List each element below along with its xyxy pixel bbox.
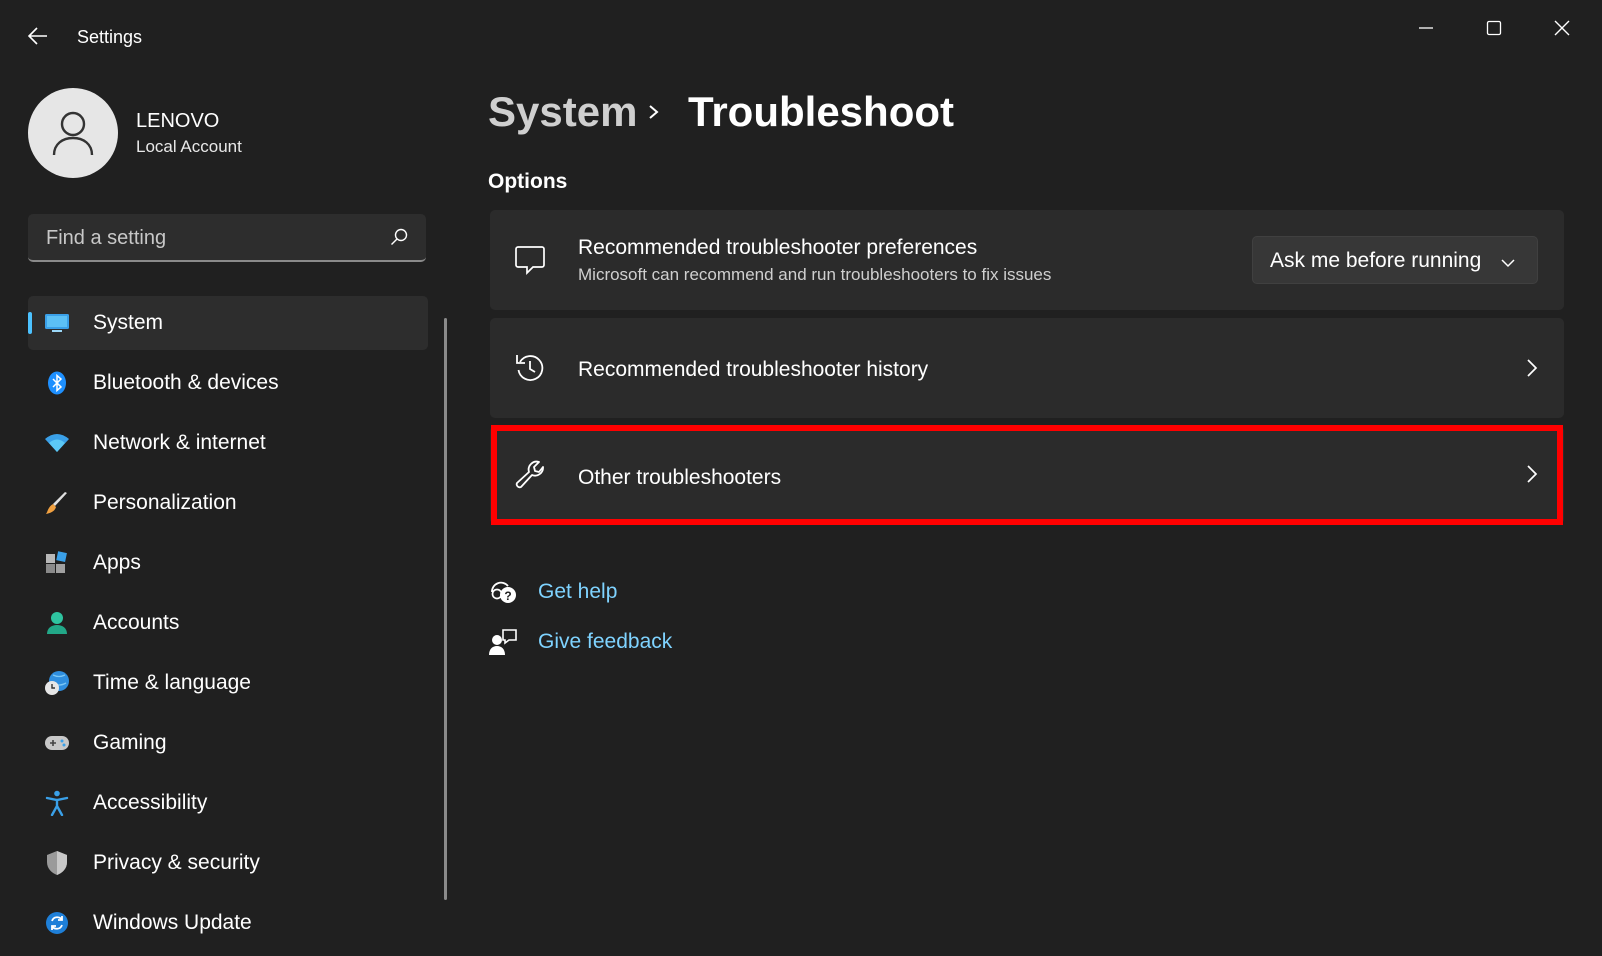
person-icon — [52, 111, 94, 156]
gamepad-icon — [44, 731, 70, 755]
sidebar-item-label: Accounts — [93, 611, 180, 634]
person-icon — [44, 611, 70, 635]
update-icon — [44, 911, 70, 935]
accessibility-icon — [44, 790, 70, 816]
chevron-down-icon — [1501, 255, 1515, 273]
sidebar-nav: System Bluetooth & devices Network & int… — [28, 296, 428, 956]
give-feedback-label[interactable]: Give feedback — [538, 630, 672, 654]
settings-window: Settings LENOVO Local Account System — [0, 0, 1602, 951]
user-name: LENOVO — [136, 110, 220, 132]
app-title: Settings — [77, 27, 143, 47]
sidebar-item-label: Accessibility — [93, 791, 208, 814]
sidebar-item-system[interactable]: System — [28, 296, 428, 350]
bluetooth-icon — [44, 371, 70, 395]
sidebar-item-label: Time & language — [93, 671, 251, 694]
shield-icon — [44, 851, 70, 875]
avatar[interactable] — [28, 88, 118, 178]
sidebar-scrollbar[interactable] — [444, 318, 447, 900]
history-icon — [514, 352, 546, 389]
card-title: Recommended troubleshooter preferences — [578, 236, 978, 259]
troubleshooter-preference-dropdown[interactable]: Ask me before running — [1252, 236, 1538, 284]
chevron-right-icon — [1526, 464, 1538, 489]
sidebar-item-accounts[interactable]: Accounts — [28, 596, 428, 650]
wifi-icon — [44, 431, 70, 455]
brush-icon — [44, 491, 70, 515]
title-bar: Settings — [0, 0, 1602, 60]
sidebar-item-label: Personalization — [93, 491, 237, 514]
globe-clock-icon — [44, 671, 70, 695]
feedback-icon — [488, 627, 518, 657]
sidebar-item-bluetooth[interactable]: Bluetooth & devices — [28, 356, 428, 410]
give-feedback-link[interactable]: Give feedback — [488, 624, 672, 660]
troubleshooter-history-card[interactable]: Recommended troubleshooter history — [490, 318, 1564, 418]
card-title: Recommended troubleshooter history — [578, 358, 929, 381]
wrench-icon — [514, 460, 546, 497]
sidebar-item-personalization[interactable]: Personalization — [28, 476, 428, 530]
sidebar-item-gaming[interactable]: Gaming — [28, 716, 428, 770]
sidebar-item-label: Apps — [93, 551, 141, 574]
dropdown-value: Ask me before running — [1270, 249, 1482, 272]
sidebar-item-time-language[interactable]: Time & language — [28, 656, 428, 710]
section-title: Options — [488, 170, 568, 193]
get-help-label[interactable]: Get help — [538, 580, 617, 604]
sidebar-item-label: Windows Update — [93, 911, 252, 934]
search-box[interactable] — [28, 214, 426, 262]
close-icon — [1554, 20, 1570, 36]
card-title: Other troubleshooters — [578, 466, 782, 489]
get-help-link[interactable]: ? Get help — [488, 574, 617, 610]
apps-icon — [44, 551, 70, 575]
breadcrumb-chevron-icon — [647, 92, 661, 137]
sidebar-item-label: Privacy & security — [93, 851, 260, 874]
sidebar-item-label: Bluetooth & devices — [93, 371, 279, 394]
page-title: Troubleshoot — [688, 88, 954, 135]
sidebar-item-label: Gaming — [93, 731, 167, 754]
account-type: Local Account — [136, 137, 242, 156]
search-input[interactable] — [44, 222, 378, 254]
sidebar-item-network[interactable]: Network & internet — [28, 416, 428, 470]
close-button[interactable] — [1532, 8, 1592, 48]
back-arrow-icon — [28, 27, 47, 45]
sidebar-item-privacy-security[interactable]: Privacy & security — [28, 836, 428, 890]
maximize-icon — [1486, 20, 1502, 36]
active-indicator — [28, 312, 32, 334]
sidebar-item-apps[interactable]: Apps — [28, 536, 428, 590]
minimize-icon — [1419, 27, 1433, 29]
other-troubleshooters-card[interactable]: Other troubleshooters — [490, 426, 1564, 524]
minimize-button[interactable] — [1396, 8, 1456, 48]
sidebar-item-label: System — [93, 311, 164, 334]
back-button[interactable] — [20, 20, 56, 52]
search-icon[interactable] — [390, 228, 408, 251]
chat-bubble-icon — [514, 244, 546, 281]
breadcrumb-parent[interactable]: System — [488, 88, 637, 136]
chevron-right-icon — [1526, 358, 1538, 383]
sidebar-item-label: Network & internet — [93, 431, 266, 454]
svg-text:?: ? — [504, 589, 511, 603]
card-subtitle: Microsoft can recommend and run troubles… — [578, 265, 1052, 284]
help-icon: ? — [488, 577, 518, 607]
monitor-icon — [44, 311, 70, 335]
sidebar-item-windows-update[interactable]: Windows Update — [28, 896, 428, 950]
maximize-button[interactable] — [1464, 8, 1524, 48]
troubleshooter-preferences-card: Recommended troubleshooter preferences M… — [490, 210, 1564, 310]
sidebar-item-accessibility[interactable]: Accessibility — [28, 776, 428, 830]
